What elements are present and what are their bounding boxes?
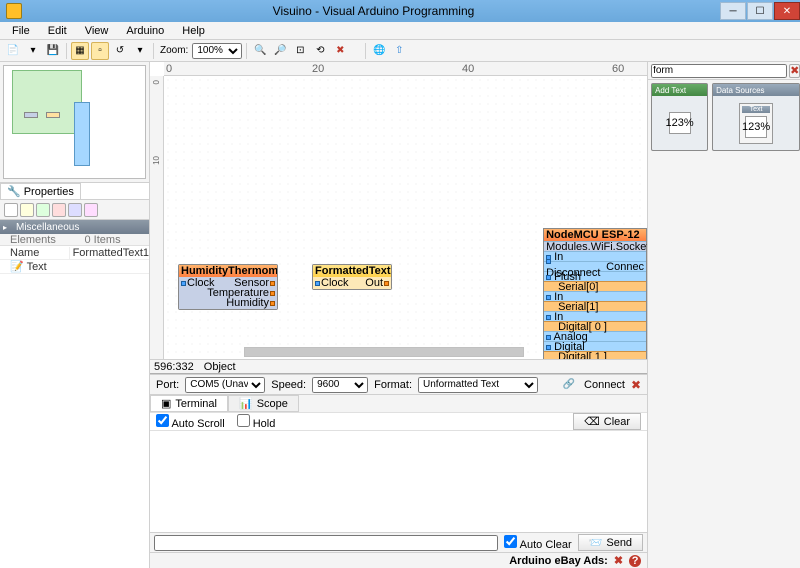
save-icon[interactable]: 💾: [44, 42, 62, 60]
ruler-horizontal: 0 20 40 60: [164, 62, 647, 76]
window-title: Visuino - Visual Arduino Programming: [28, 4, 719, 18]
prop-icon-6[interactable]: [84, 203, 98, 217]
menu-bar: File Edit View Arduino Help: [0, 22, 800, 40]
zoom-out-icon[interactable]: 🔎: [271, 42, 289, 60]
property-grid[interactable]: NameFormattedText1 📝 Text: [0, 246, 149, 568]
overview-thumbnail[interactable]: [3, 65, 146, 179]
menu-file[interactable]: File: [4, 24, 38, 38]
ads-label: Arduino eBay Ads:: [509, 555, 608, 567]
speed-select[interactable]: 9600: [312, 377, 368, 393]
toolbar: 📄 ▾ 💾 ▦ ▫ ↺ ▾ Zoom: 100% 🔍 🔎 ⊡ ⟲ ✖ 🌐 ⇧: [0, 40, 800, 62]
pin-icon[interactable]: [181, 281, 186, 286]
maximize-button[interactable]: ☐: [747, 2, 773, 20]
upload-icon[interactable]: ⇧: [390, 42, 408, 60]
palette-data-sources[interactable]: Data Sources Text 123%: [712, 83, 800, 151]
prop-icon-4[interactable]: [52, 203, 66, 217]
status-coords: 596:332: [154, 361, 194, 373]
zoom-in-icon[interactable]: 🔍: [251, 42, 269, 60]
prop-icon-2[interactable]: [20, 203, 34, 217]
tab-scope[interactable]: 📊Scope: [228, 395, 299, 412]
misc-header[interactable]: Miscellaneous: [0, 220, 149, 234]
design-canvas[interactable]: HumidityThermometer1 ClockSensor Tempera…: [164, 76, 647, 359]
ads-help-icon[interactable]: ?: [629, 555, 641, 567]
snap-icon[interactable]: ▫: [91, 42, 109, 60]
pin-icon[interactable]: [270, 291, 275, 296]
speed-label: Speed:: [271, 379, 306, 391]
zoom-select[interactable]: 100%: [192, 43, 242, 59]
eraser-icon: ⌫: [584, 415, 600, 428]
send-button[interactable]: 📨Send: [578, 534, 643, 551]
zoom-label: Zoom:: [160, 45, 188, 56]
close-button[interactable]: ✕: [774, 2, 800, 20]
node-humidity-title: HumidityThermometer1: [179, 265, 277, 277]
prop-text-key: 📝 Text: [0, 260, 70, 273]
menu-help[interactable]: Help: [174, 24, 213, 38]
connect-button[interactable]: Connect: [584, 379, 625, 391]
port-label: Port:: [156, 379, 179, 391]
delete-icon[interactable]: ✖: [331, 42, 349, 60]
scope-icon: 📊: [239, 397, 253, 410]
new-file-icon[interactable]: 📄: [4, 42, 22, 60]
clear-search-icon[interactable]: ✖: [789, 64, 800, 78]
close-panel-icon[interactable]: ✖: [631, 378, 641, 392]
connect-icon[interactable]: 🔗: [560, 376, 578, 394]
title-bar: Visuino - Visual Arduino Programming ─ ☐…: [0, 0, 800, 22]
nodemcu-title: NodeMCU ESP-12: [544, 229, 646, 241]
status-mode: Object: [204, 361, 236, 373]
grid-icon[interactable]: ▦: [71, 42, 89, 60]
node-nodemcu[interactable]: NodeMCU ESP-12 Modules.WiFi.Sockets.TCP.…: [543, 228, 647, 359]
node-humidity-thermometer[interactable]: HumidityThermometer1 ClockSensor Tempera…: [178, 264, 278, 310]
send-icon: 📨: [589, 536, 603, 549]
pin-icon[interactable]: [270, 281, 275, 286]
node-formatted-text[interactable]: FormattedText1 ClockOut: [312, 264, 392, 290]
pin-icon[interactable]: [384, 281, 389, 286]
palette-thumb-icon: 123%: [745, 116, 767, 138]
autoclear-checkbox[interactable]: Auto Clear: [504, 535, 571, 551]
horizontal-scrollbar[interactable]: [244, 347, 524, 357]
prop-name-val[interactable]: FormattedText1: [69, 247, 149, 259]
format-label: Format:: [374, 379, 412, 391]
minimize-button[interactable]: ─: [720, 2, 746, 20]
prop-icon-3[interactable]: [36, 203, 50, 217]
palette-add-text[interactable]: Add Text 123%: [651, 83, 708, 151]
menu-arduino[interactable]: Arduino: [118, 24, 172, 38]
prop-icon-5[interactable]: [68, 203, 82, 217]
palette-thumb-icon: 123%: [669, 112, 691, 134]
hold-checkbox[interactable]: Hold: [237, 414, 276, 430]
format-select[interactable]: Unformatted Text: [418, 377, 538, 393]
port-select[interactable]: COM5 (Unava: [185, 377, 265, 393]
properties-toolbar: [0, 200, 149, 220]
menu-edit[interactable]: Edit: [40, 24, 75, 38]
prop-subheader: Elements0 Items: [0, 234, 149, 246]
component-search-input[interactable]: [651, 64, 787, 78]
port-bar: Port: COM5 (Unava Speed: 9600 Format: Un…: [150, 374, 647, 394]
terminal-icon: ▣: [161, 397, 171, 410]
clear-button[interactable]: ⌫Clear: [573, 413, 641, 430]
canvas-status-bar: 596:332 Object: [150, 359, 647, 373]
node-fmt-title: FormattedText1: [313, 265, 391, 277]
ads-close-icon[interactable]: ✖: [614, 554, 623, 567]
menu-view[interactable]: View: [77, 24, 117, 38]
prop-name-key: Name: [0, 247, 69, 259]
undo-menu-icon[interactable]: ▾: [131, 42, 149, 60]
send-input[interactable]: [154, 535, 498, 551]
globe-icon[interactable]: 🌐: [370, 42, 388, 60]
pin-icon[interactable]: [270, 301, 275, 306]
app-icon: [6, 3, 22, 19]
zoom-reset-icon[interactable]: ⟲: [311, 42, 329, 60]
wrench-icon: 🔧: [7, 185, 21, 198]
zoom-fit-icon[interactable]: ⊡: [291, 42, 309, 60]
pin-icon[interactable]: [315, 281, 320, 286]
ruler-vertical: 0 10: [150, 76, 164, 359]
autoscroll-checkbox[interactable]: Auto Scroll: [156, 414, 225, 430]
tab-terminal[interactable]: ▣Terminal: [150, 395, 228, 412]
prop-icon-1[interactable]: [4, 203, 18, 217]
undo-icon[interactable]: ↺: [111, 42, 129, 60]
properties-tab[interactable]: 🔧 Properties: [0, 183, 81, 199]
terminal-output[interactable]: [150, 430, 647, 532]
open-dropdown-icon[interactable]: ▾: [24, 42, 42, 60]
